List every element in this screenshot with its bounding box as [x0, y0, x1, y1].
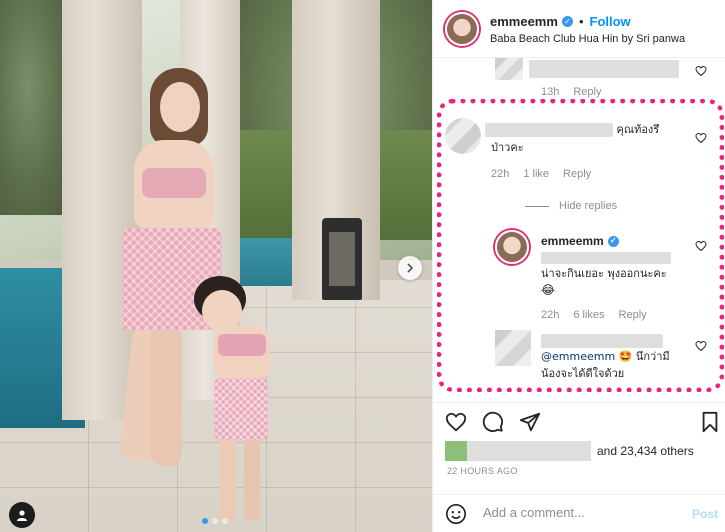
reply-button[interactable]: Reply [563, 168, 591, 180]
mention-link[interactable]: @emmeemm [541, 350, 615, 363]
photo-child-legs [220, 436, 260, 520]
post-button[interactable]: Post [692, 507, 718, 521]
header-user-row: emmeemm ✓ • Follow [490, 14, 631, 29]
share-icon[interactable] [519, 411, 541, 433]
comment-text: คุณท้องรึ [485, 121, 659, 139]
reply-button[interactable]: Reply [619, 309, 647, 321]
comment-meta: 22h 1 like Reply [491, 168, 591, 180]
reply-avatar[interactable] [495, 330, 531, 366]
photo-child-top [218, 334, 266, 356]
reply-button[interactable]: Reply [573, 86, 601, 98]
reply-emoji: 🤩 [618, 350, 633, 363]
reply-text: @emmeemm 🤩 นึกว่ามี [541, 348, 670, 366]
reply-time: 22h [541, 309, 560, 321]
comment-text-redacted [529, 60, 679, 78]
reply-text: น่าจะกินเยอะ พุงออกนะคะ [541, 267, 667, 280]
action-bar [433, 402, 725, 438]
comment-meta: 13h Reply [541, 86, 601, 98]
comment-likes[interactable]: 1 like [523, 168, 549, 180]
hide-replies-button[interactable]: Hide replies [525, 200, 617, 212]
photo-mother-leg [150, 326, 182, 466]
verified-badge-icon: ✓ [561, 16, 573, 27]
likes-summary[interactable]: and 23,434 others [445, 440, 694, 462]
heart-icon[interactable] [695, 132, 707, 144]
heart-icon[interactable] [695, 340, 707, 352]
photo-trees-left [0, 0, 70, 215]
reply-meta: 22h 6 likes Reply [541, 309, 647, 321]
tagged-users-button[interactable] [9, 502, 35, 528]
liker-name-redacted [467, 441, 591, 461]
photo-child-face [202, 290, 242, 332]
comment-avatar[interactable] [495, 58, 523, 80]
comment-text-suffix: คุณท้องรึ [616, 123, 660, 136]
reply-mention-redacted[interactable] [541, 252, 671, 264]
comment-text-line: ป่าวคะ [491, 141, 524, 154]
bookmark-icon[interactable] [699, 411, 721, 433]
chevron-right-icon [407, 263, 414, 273]
post-side-panel: emmeemm ✓ • Follow Baba Beach Club Hua H… [432, 0, 725, 532]
user-icon [17, 510, 27, 521]
reply-likes[interactable]: 6 likes [573, 309, 604, 321]
photo-mother-top [142, 168, 206, 198]
comment-time: 13h [541, 86, 560, 98]
carousel-dot [202, 518, 208, 524]
carousel-dots [202, 518, 228, 524]
carousel-dot [212, 518, 218, 524]
comment-username-redacted[interactable] [485, 123, 613, 137]
verified-badge-icon: ✓ [607, 235, 619, 247]
post-timestamp[interactable]: 22 HOURS AGO [447, 466, 518, 476]
reply-text-after: นึกว่ามี [635, 350, 670, 363]
comment-input[interactable] [483, 505, 683, 520]
location-link[interactable]: Baba Beach Club Hua Hin by Sri panwa [490, 33, 685, 45]
comment-time: 22h [491, 168, 510, 180]
heart-icon[interactable] [445, 411, 467, 433]
reply-emoji: 😂 [541, 283, 556, 297]
reply-username[interactable]: emmeemm [541, 232, 604, 250]
reply-avatar[interactable] [495, 230, 529, 264]
post-photo[interactable] [0, 0, 432, 532]
reply-text-line: น้องจะได้ดีใจด้วย [541, 367, 625, 380]
heart-icon[interactable] [695, 240, 707, 252]
reply-user-row: emmeemm ✓ [541, 232, 619, 250]
photo-child-skirt [214, 378, 268, 440]
carousel-next-button[interactable] [398, 256, 422, 280]
likes-count[interactable]: and 23,434 others [597, 444, 694, 458]
reply-username-redacted[interactable] [541, 334, 663, 348]
post-header: emmeemm ✓ • Follow Baba Beach Club Hua H… [433, 0, 725, 58]
avatar[interactable] [445, 12, 479, 46]
photo-mother-face [160, 82, 200, 132]
comment-icon[interactable] [482, 411, 504, 433]
separator: • [578, 14, 584, 29]
liker-avatar-redacted [445, 441, 467, 461]
heart-icon[interactable] [695, 65, 707, 77]
photo-lantern [322, 218, 362, 300]
comment-composer: Post [433, 494, 725, 532]
follow-button[interactable]: Follow [590, 14, 631, 29]
emoji-icon[interactable] [445, 503, 467, 525]
comment-avatar[interactable] [445, 118, 481, 154]
carousel-dot [222, 518, 228, 524]
username-link[interactable]: emmeemm [490, 14, 558, 29]
